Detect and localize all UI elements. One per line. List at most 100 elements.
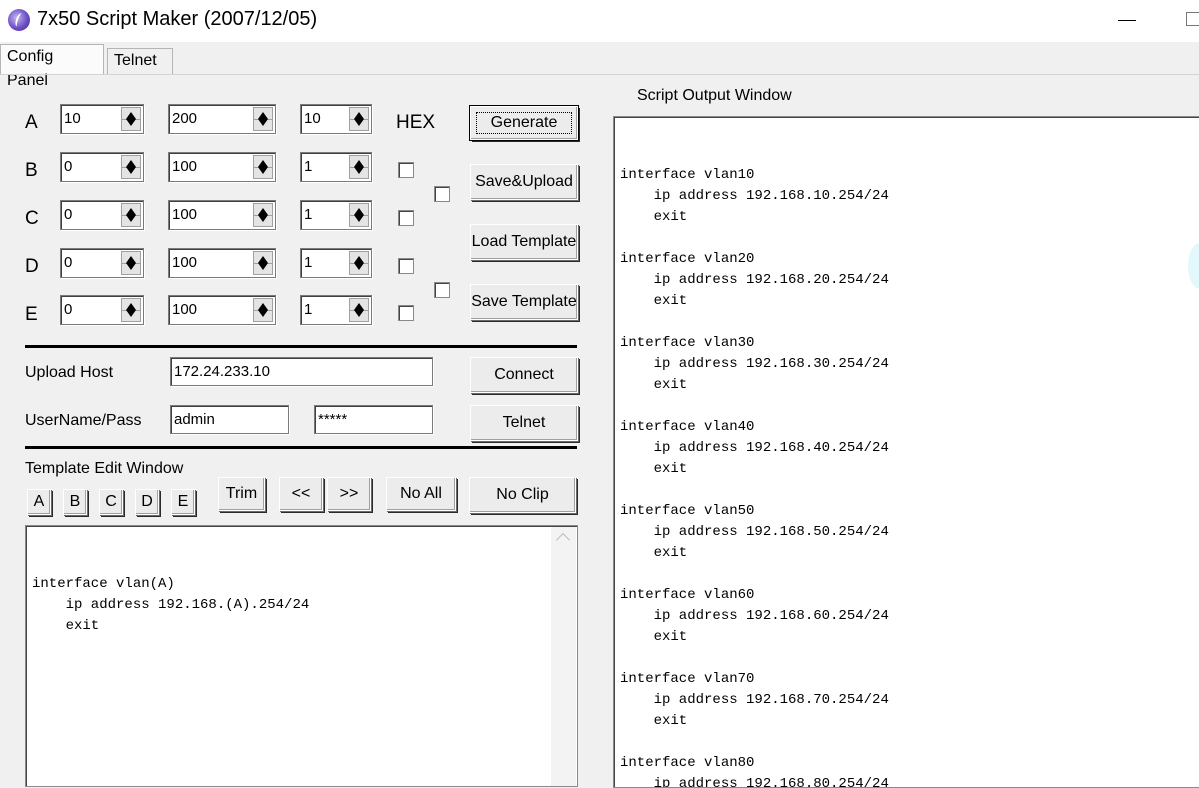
hex-checkbox-d[interactable] — [398, 258, 414, 274]
generate-button[interactable]: Generate — [469, 105, 579, 141]
variable-label-e: E — [25, 304, 38, 325]
insert-d-button-label: D — [141, 493, 153, 510]
a-end-spinner[interactable]: 200 — [168, 104, 276, 134]
telnet-button[interactable]: Telnet — [470, 405, 578, 441]
spinner-arrows-icon[interactable] — [121, 203, 141, 227]
e-start-value: 0 — [64, 301, 73, 318]
spinner-arrows-icon[interactable] — [121, 298, 141, 322]
c-step-value: 1 — [304, 206, 313, 223]
template-text: interface vlan(A) ip address 192.168.(A)… — [32, 576, 310, 634]
upload-host-label: Upload Host — [25, 364, 114, 381]
insert-c-button[interactable]: C — [99, 489, 123, 515]
e-step-value: 1 — [304, 301, 313, 318]
spinner-arrows-icon[interactable] — [121, 251, 141, 275]
a-start-spinner[interactable]: 10 — [60, 104, 144, 134]
d-start-value: 0 — [64, 254, 73, 271]
hex-checkbox-b[interactable] — [398, 162, 414, 178]
template-editor[interactable]: interface vlan(A) ip address 192.168.(A)… — [25, 525, 578, 787]
load-template-button-label: Load Template — [471, 233, 577, 250]
maximize-icon[interactable] — [1186, 12, 1199, 26]
hex-checkbox-c[interactable] — [398, 210, 414, 226]
connect-button-label: Connect — [494, 366, 554, 383]
username-input[interactable]: admin — [170, 405, 289, 434]
save-upload-button[interactable]: Save&Upload — [470, 164, 578, 200]
d-start-spinner[interactable]: 0 — [60, 248, 144, 278]
trim-button-label: Trim — [225, 485, 258, 502]
insert-a-button[interactable]: A — [27, 489, 51, 515]
c-end-spinner[interactable]: 100 — [168, 200, 276, 230]
script-output-label: Script Output Window — [637, 87, 792, 104]
spinner-arrows-icon[interactable] — [253, 298, 273, 322]
tab-telnet[interactable]: Telnet — [107, 48, 173, 74]
scroll-up-icon[interactable] — [555, 532, 571, 548]
b-start-spinner[interactable]: 0 — [60, 152, 144, 182]
tab-telnet-label: Telnet — [114, 52, 157, 69]
c-end-value: 100 — [172, 206, 198, 223]
script-output-text: interface vlan10 ip address 192.168.10.2… — [620, 167, 889, 788]
window-title: 7x50 Script Maker (2007/12/05) — [37, 8, 318, 30]
tab-config-panel[interactable]: Config Panel — [0, 44, 104, 89]
next-button[interactable]: >> — [327, 477, 371, 511]
b-end-value: 100 — [172, 158, 198, 175]
a-step-spinner[interactable]: 10 — [300, 104, 372, 134]
save-template-button-label: Save Template — [471, 293, 577, 310]
insert-e-button-label: E — [177, 493, 189, 510]
spinner-arrows-icon[interactable] — [349, 155, 369, 179]
spinner-arrows-icon[interactable] — [349, 203, 369, 227]
username-pass-label: UserName/Pass — [25, 412, 142, 429]
template-scrollbar[interactable] — [551, 527, 576, 786]
c-step-spinner[interactable]: 1 — [300, 200, 372, 230]
hex-checkbox-e[interactable] — [398, 305, 414, 321]
script-output-window[interactable]: interface vlan10 ip address 192.168.10.2… — [613, 116, 1199, 788]
insert-d-button[interactable]: D — [135, 489, 159, 515]
spinner-arrows-icon[interactable] — [253, 107, 273, 131]
b-step-value: 1 — [304, 158, 313, 175]
e-end-value: 100 — [172, 301, 198, 318]
spinner-arrows-icon[interactable] — [253, 155, 273, 179]
d-step-spinner[interactable]: 1 — [300, 248, 372, 278]
save-upload-option-checkbox[interactable] — [434, 186, 450, 202]
spinner-arrows-icon[interactable] — [253, 203, 273, 227]
app-logo-icon — [8, 9, 30, 31]
no-clip-button[interactable]: No Clip — [469, 477, 576, 513]
connect-button[interactable]: Connect — [470, 357, 578, 393]
c-start-spinner[interactable]: 0 — [60, 200, 144, 230]
a-start-value: 10 — [64, 110, 81, 127]
spinner-arrows-icon[interactable] — [349, 298, 369, 322]
next-button-label: >> — [339, 485, 359, 502]
spinner-arrows-icon[interactable] — [349, 251, 369, 275]
no-all-button-label: No All — [400, 485, 442, 502]
prev-button-label: << — [291, 485, 311, 502]
hex-label: HEX — [396, 112, 436, 133]
prev-button[interactable]: << — [279, 477, 323, 511]
title-bar: 7x50 Script Maker (2007/12/05) — [0, 0, 1199, 42]
e-end-spinner[interactable]: 100 — [168, 295, 276, 325]
variable-label-b: B — [25, 160, 38, 181]
variable-label-d: D — [25, 256, 39, 277]
spinner-arrows-icon[interactable] — [253, 251, 273, 275]
upload-host-input[interactable]: 172.24.233.10 — [170, 357, 433, 386]
insert-e-button[interactable]: E — [171, 489, 195, 515]
spinner-arrows-icon[interactable] — [349, 107, 369, 131]
d-step-value: 1 — [304, 254, 313, 271]
save-template-button[interactable]: Save Template — [470, 284, 578, 320]
load-template-button[interactable]: Load Template — [470, 224, 578, 260]
b-step-spinner[interactable]: 1 — [300, 152, 372, 182]
b-end-spinner[interactable]: 100 — [168, 152, 276, 182]
e-start-spinner[interactable]: 0 — [60, 295, 144, 325]
tab-config-panel-label: Config Panel — [7, 48, 54, 89]
spinner-arrows-icon[interactable] — [121, 155, 141, 179]
trim-button[interactable]: Trim — [218, 477, 265, 511]
insert-b-button[interactable]: B — [63, 489, 87, 515]
e-step-spinner[interactable]: 1 — [300, 295, 372, 325]
no-clip-button-label: No Clip — [496, 486, 549, 503]
save-template-option-checkbox[interactable] — [434, 282, 450, 298]
spinner-arrows-icon[interactable] — [121, 107, 141, 131]
d-end-spinner[interactable]: 100 — [168, 248, 276, 278]
d-end-value: 100 — [172, 254, 198, 271]
minimize-icon[interactable] — [1118, 20, 1136, 21]
password-input[interactable]: ***** — [314, 405, 433, 434]
variable-label-c: C — [25, 208, 39, 229]
no-all-button[interactable]: No All — [386, 477, 456, 511]
separator-line — [25, 446, 577, 449]
